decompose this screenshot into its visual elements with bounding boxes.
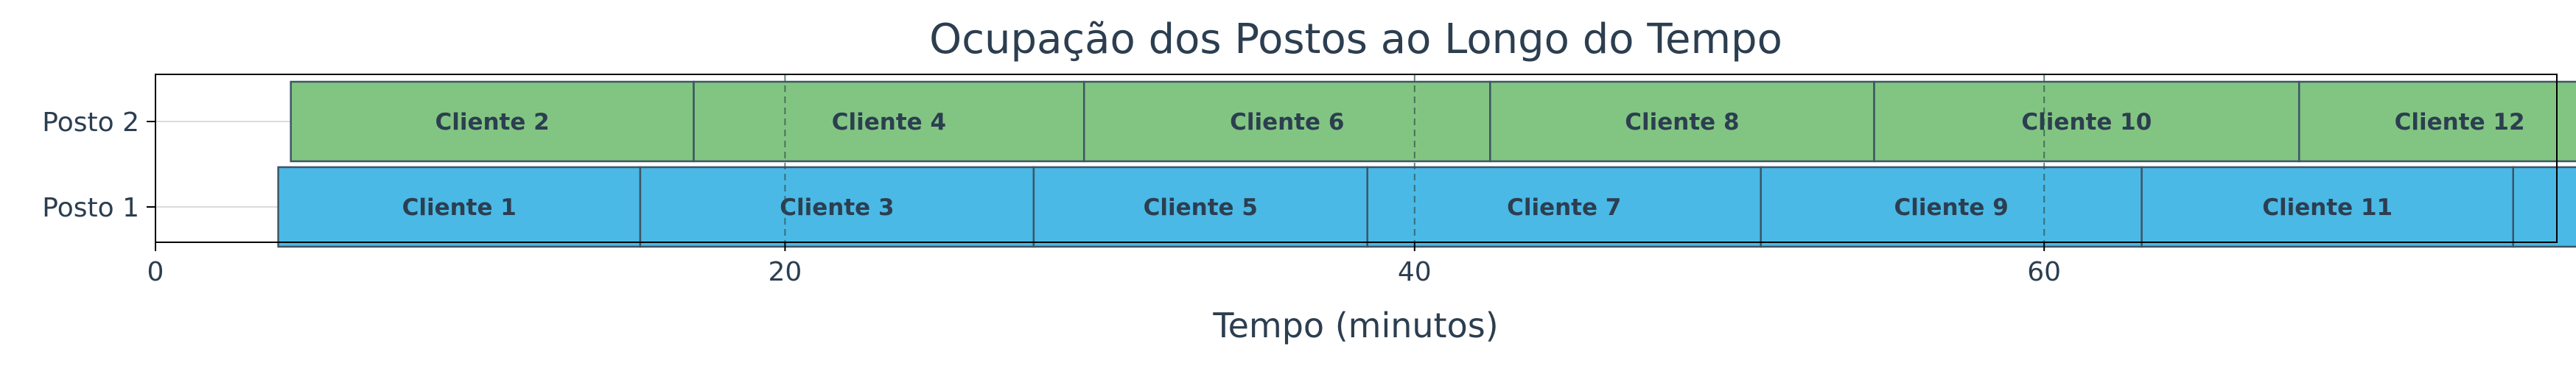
gantt-bar-label: Cliente 11 — [2262, 194, 2393, 221]
gantt-bar-label: Cliente 7 — [1507, 194, 1621, 221]
gantt-bar-label: Cliente 10 — [2021, 109, 2152, 136]
x-tick-label: 20 — [768, 257, 802, 287]
x-tick-label: 60 — [2027, 257, 2061, 287]
x-axis-label: Tempo (minutos) — [1212, 306, 1498, 345]
gantt-bar — [2512, 166, 2576, 248]
y-tick-label: Posto 2 — [42, 108, 139, 138]
gantt-bar-label: Cliente 6 — [1230, 109, 1344, 136]
gantt-bar-label: Cliente 5 — [1144, 194, 1258, 221]
x-tick-label: 0 — [147, 257, 164, 287]
y-tick-label: Posto 1 — [42, 193, 139, 223]
gantt-bar-label: Cliente 4 — [832, 109, 946, 136]
gantt-bar-label: Cliente 2 — [435, 109, 549, 136]
gantt-bar-label: Cliente 12 — [2395, 109, 2525, 136]
gantt-bar-label: Cliente 9 — [1894, 194, 2009, 221]
bars-layer: Cliente 2 Cliente 4 Cliente 6 Cliente 8 Clie… — [277, 80, 2576, 248]
gantt-bar-label: Cliente 8 — [1625, 109, 1739, 136]
x-tick-label: 40 — [1398, 257, 1432, 287]
chart: Ocupação dos Postos ao Longo do Tempo Cl… — [42, 15, 2576, 345]
gantt-bar-label: Cliente 3 — [780, 194, 894, 221]
gantt-bar-label: Cliente 1 — [402, 194, 517, 221]
chart-title: Ocupação dos Postos ao Longo do Tempo — [929, 15, 1782, 63]
